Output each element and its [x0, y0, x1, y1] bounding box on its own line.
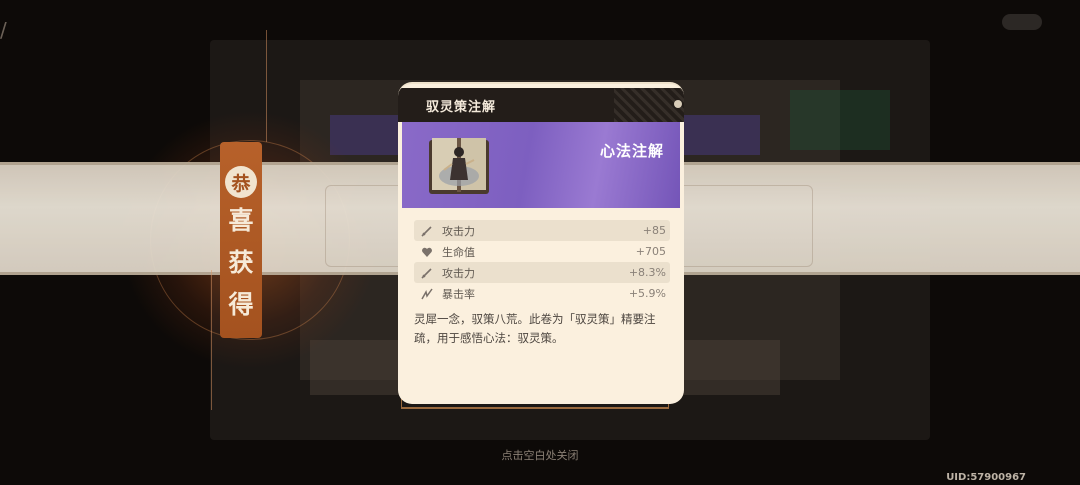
uid-label: UID:57900967 — [946, 472, 1026, 483]
back-slash-icon: / — [0, 18, 7, 42]
header-dot — [674, 100, 682, 108]
stat-label: 暴击率 — [442, 287, 475, 301]
decor-line — [211, 270, 212, 410]
sword-icon — [420, 224, 434, 238]
stat-label: 攻击力 — [442, 266, 475, 280]
congrats-char: 喜 — [228, 206, 254, 235]
decor-line — [266, 30, 267, 142]
congrats-char: 得 — [228, 290, 254, 319]
item-detail-card: 驭灵策注解 心法注解 攻击力 +85 生命值 +705 攻击力 +8.3% 暴击… — [398, 82, 684, 404]
item-hero: 心法注解 — [402, 122, 680, 208]
stat-value: +8.3% — [628, 266, 666, 279]
stat-row: 生命值 +705 — [414, 241, 670, 262]
item-description: 灵犀一念，驭策八荒。此卷为「驭灵策」精要注疏，用于感悟心法：驭灵策。 — [414, 312, 656, 345]
stat-value: +85 — [642, 224, 666, 237]
stat-label: 攻击力 — [442, 224, 475, 238]
stat-row: 攻击力 +8.3% — [414, 262, 670, 283]
stat-row: 攻击力 +85 — [414, 220, 670, 241]
background-green-block — [790, 90, 890, 150]
congrats-char: 获 — [228, 248, 254, 277]
sword-icon — [420, 266, 434, 280]
close-hint[interactable]: 点击空白处关闭 — [0, 447, 1080, 463]
item-name: 心法注解 — [599, 142, 664, 160]
stat-row: 暴击率 +5.9% — [414, 283, 670, 304]
heart-icon — [420, 245, 434, 259]
congrats-circle-char: 恭 — [225, 166, 257, 198]
congrats-ribbon: 恭 喜 获 得 — [220, 142, 262, 338]
book-icon — [429, 138, 489, 194]
top-right-pill — [1002, 14, 1042, 30]
crit-icon — [420, 287, 434, 301]
stat-value: +705 — [635, 245, 666, 258]
stat-label: 生命值 — [442, 245, 475, 259]
card-header: 驭灵策注解 — [398, 88, 684, 122]
stat-value: +5.9% — [628, 287, 666, 300]
stat-list: 攻击力 +85 生命值 +705 攻击力 +8.3% 暴击率 +5.9% — [414, 220, 670, 304]
card-header-title: 驭灵策注解 — [426, 99, 497, 115]
